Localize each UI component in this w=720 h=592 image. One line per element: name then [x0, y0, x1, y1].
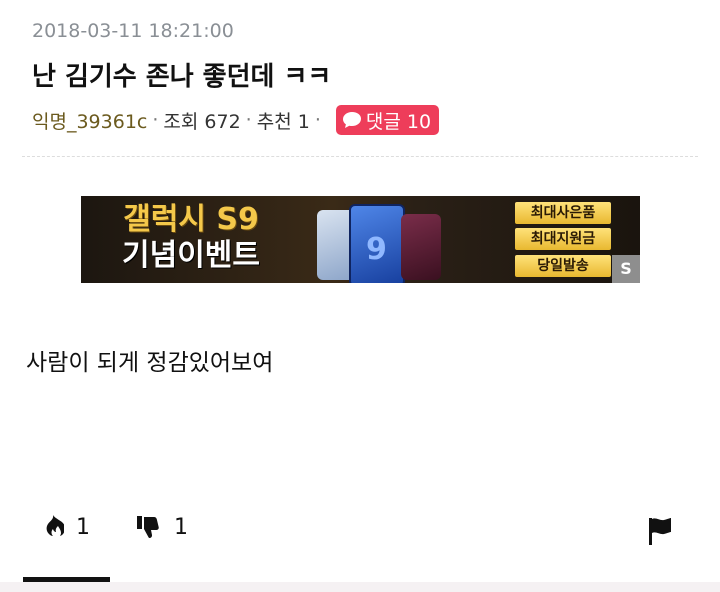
comment-count-label: 댓글 10: [365, 110, 432, 133]
ad-headline-line1: 갤럭시 S9: [123, 202, 259, 237]
dislike-button[interactable]: 1: [136, 514, 188, 540]
ad-button-shipping[interactable]: 당일발송: [515, 255, 611, 277]
meta-separator: ·: [152, 109, 159, 131]
phone-image: [401, 214, 441, 280]
ad-button-gift[interactable]: 최대사은품: [515, 202, 611, 224]
like-count: 1: [76, 514, 90, 540]
meta-separator: ·: [314, 109, 321, 131]
dislike-count: 1: [174, 514, 188, 540]
post-timestamp: 2018-03-11 18:21:00: [32, 20, 234, 42]
view-count: 조회 672: [163, 110, 241, 133]
ad-headline: 갤럭시 S9 기념이벤트: [101, 202, 281, 274]
ad-headline-line2: 기념이벤트: [122, 238, 260, 273]
recommend-count: 추천 1: [256, 110, 310, 133]
comment-count-badge[interactable]: 댓글 10: [335, 105, 440, 135]
post-body: 사람이 되게 정감있어보여: [26, 350, 274, 376]
author-name[interactable]: 익명_39361c: [32, 107, 147, 134]
post-actions: 1 1: [0, 512, 720, 556]
ad-corner-logo: S: [612, 255, 640, 283]
thumbs-down-icon: [136, 514, 162, 540]
phone-image: 9: [349, 204, 405, 283]
post-title: 난 김기수 존나 좋던데 ㅋㅋ: [32, 62, 332, 92]
speech-bubble-icon: [342, 111, 362, 129]
ad-button-subsidy[interactable]: 최대지원금: [515, 228, 611, 250]
phone-glyph: 9: [366, 232, 387, 267]
post-meta: 익명_39361c · 조회 672 · 추천 1 · 댓글 10: [32, 104, 440, 136]
bottom-strip: [0, 582, 720, 592]
fire-icon: [42, 514, 64, 540]
meta-separator: ·: [245, 109, 252, 131]
like-button[interactable]: 1: [42, 514, 90, 540]
ad-banner[interactable]: 갤럭시 S9 기념이벤트 9 최대사은품 최대지원금 당일발송 S: [81, 196, 640, 283]
report-button[interactable]: [646, 516, 674, 546]
flag-icon: [646, 516, 674, 546]
header-divider: [22, 156, 698, 157]
